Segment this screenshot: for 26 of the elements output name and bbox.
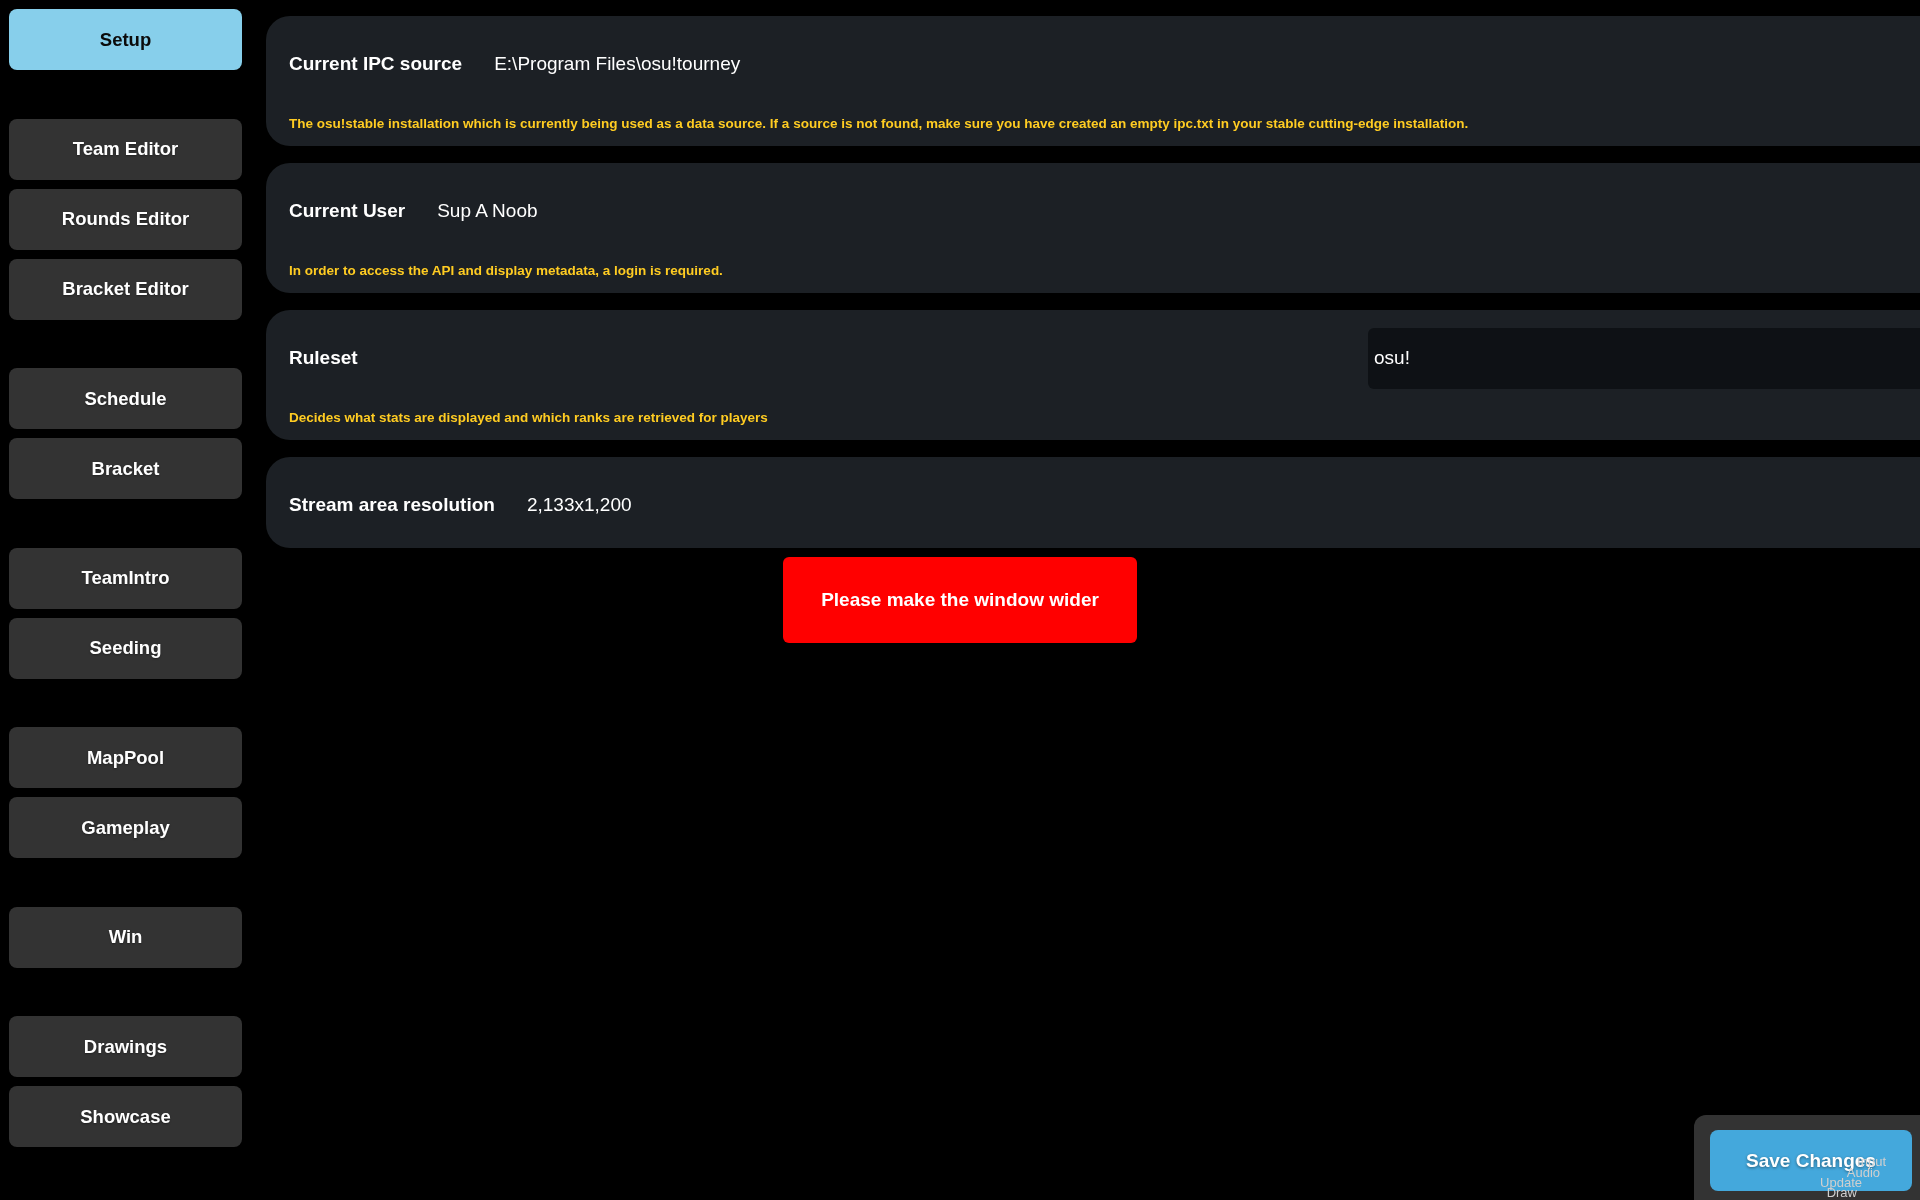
- setting-label: Current IPC source: [289, 53, 463, 75]
- sidebar-button[interactable]: Showcase: [9, 1086, 242, 1147]
- setting-value: 2,133x1,200: [526, 494, 632, 516]
- warning-banner: Please make the window wider: [783, 557, 1137, 643]
- setting-description: In order to access the API and display metadata, a login is required.: [289, 262, 724, 280]
- sidebar-button[interactable]: Drawings: [9, 1016, 242, 1077]
- sidebar-button[interactable]: TeamIntro: [9, 547, 242, 609]
- setting-label: Current User: [289, 200, 406, 222]
- sidebar-button[interactable]: Rounds Editor: [9, 188, 242, 250]
- sidebar-button[interactable]: Seeding: [9, 617, 242, 679]
- sidebar-button[interactable]: Gameplay: [9, 797, 242, 858]
- sidebar-button[interactable]: Bracket Editor: [9, 258, 242, 320]
- sidebar-button[interactable]: MapPool: [9, 727, 242, 788]
- setting-value: E:\Program Files\osu!tourney: [494, 53, 741, 75]
- setting-value: Sup A Noob: [437, 200, 538, 222]
- setting-description: The osu!stable installation which is currently being used as a data source. If a source is not found, make sure you have created an empty ipc.txt in your stable cutting-edge installation.: [289, 115, 1470, 133]
- setting-label: Stream area resolution: [289, 494, 495, 516]
- ruleset-dropdown[interactable]: osu!: [1368, 327, 1920, 389]
- sidebar-button[interactable]: Bracket: [9, 438, 242, 499]
- setting-description: Decides what stats are displayed and which ranks are retrieved for players: [289, 409, 769, 427]
- sidebar-button[interactable]: Team Editor: [9, 118, 242, 180]
- performance-label: Update: [1820, 1176, 1862, 1189]
- sidebar-button[interactable]: Win: [9, 906, 242, 968]
- sidebar-button[interactable]: Setup: [9, 9, 242, 70]
- sidebar-button[interactable]: Schedule: [9, 368, 242, 429]
- setting-label: Ruleset: [289, 347, 358, 369]
